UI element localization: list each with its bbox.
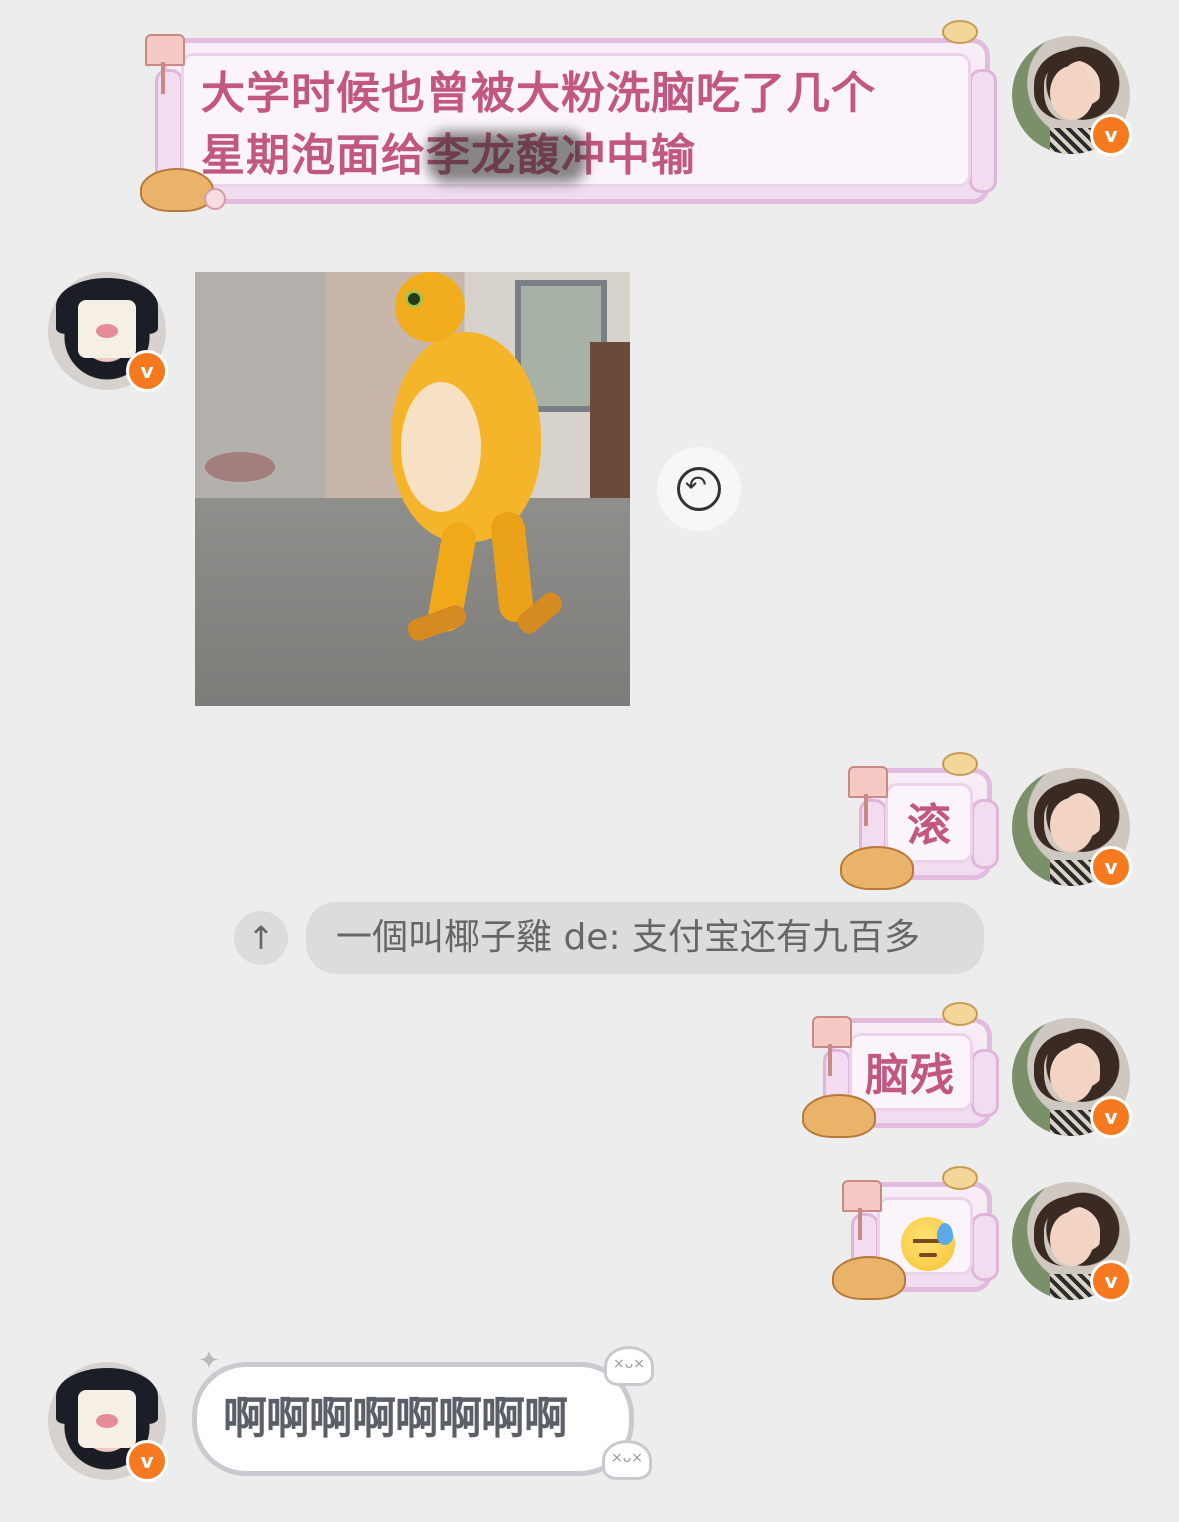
verified-badge-icon: v <box>126 350 168 392</box>
cat-decoration <box>140 168 214 212</box>
lamp-decoration <box>145 34 185 94</box>
verified-badge-icon: v <box>1090 846 1132 888</box>
cat-decoration <box>840 846 914 890</box>
cat-decoration <box>942 1002 978 1026</box>
message-bubble-6[interactable]: 啊啊啊啊啊啊啊啊 <box>192 1362 634 1476</box>
lamp-decoration <box>812 1016 852 1076</box>
ghost-decoration-icon: ×ᴗ× <box>604 1346 654 1386</box>
avatar-me[interactable]: v <box>1012 36 1132 156</box>
sweat-emoji-icon <box>901 1217 955 1271</box>
cat-decoration <box>832 1256 906 1300</box>
quote-text[interactable]: 一個叫椰子雞 de: 支付宝还有九百多 <box>306 902 984 974</box>
sparkle-icon: ✦ <box>198 1346 220 1376</box>
lamp-decoration <box>842 1180 882 1240</box>
scroll-to-quote-icon[interactable]: ↑ <box>234 911 288 965</box>
yarn-decoration <box>204 188 226 210</box>
message-image[interactable] <box>195 272 630 706</box>
message-text-4: 脑残 <box>865 1050 955 1101</box>
verified-badge-icon: v <box>1090 1260 1132 1302</box>
message-bubble-1[interactable]: 大学时候也曾被大粉洗脑吃了几个 星期泡面给李龙馥冲中输 <box>155 38 997 204</box>
avatar-me[interactable]: v <box>1012 1182 1132 1302</box>
cat-decoration <box>942 20 978 44</box>
reply-button[interactable]: ↶ <box>657 447 741 531</box>
message-text-1: 大学时候也曾被大粉洗脑吃了几个 星期泡面给李龙馥冲中输 <box>201 63 961 187</box>
cat-decoration <box>942 752 978 776</box>
cat-decoration <box>942 1166 978 1190</box>
ghost-decoration-icon: ×ᴗ× <box>602 1440 652 1480</box>
avatar-other[interactable]: v <box>48 1362 168 1482</box>
cat-decoration <box>802 1094 876 1138</box>
avatar-other[interactable]: v <box>48 272 168 392</box>
reply-arrow-icon: ↶ <box>685 471 707 501</box>
verified-badge-icon: v <box>1090 1096 1132 1138</box>
redaction-blur <box>427 131 587 183</box>
verified-badge-icon: v <box>1090 114 1132 156</box>
avatar-me[interactable]: v <box>1012 1018 1132 1138</box>
message-text-3: 滚 <box>907 800 952 851</box>
lamp-decoration <box>848 766 888 826</box>
verified-badge-icon: v <box>126 1440 168 1482</box>
avatar-me[interactable]: v <box>1012 768 1132 888</box>
message-text-6: 啊啊啊啊啊啊啊啊 <box>223 1393 568 1444</box>
